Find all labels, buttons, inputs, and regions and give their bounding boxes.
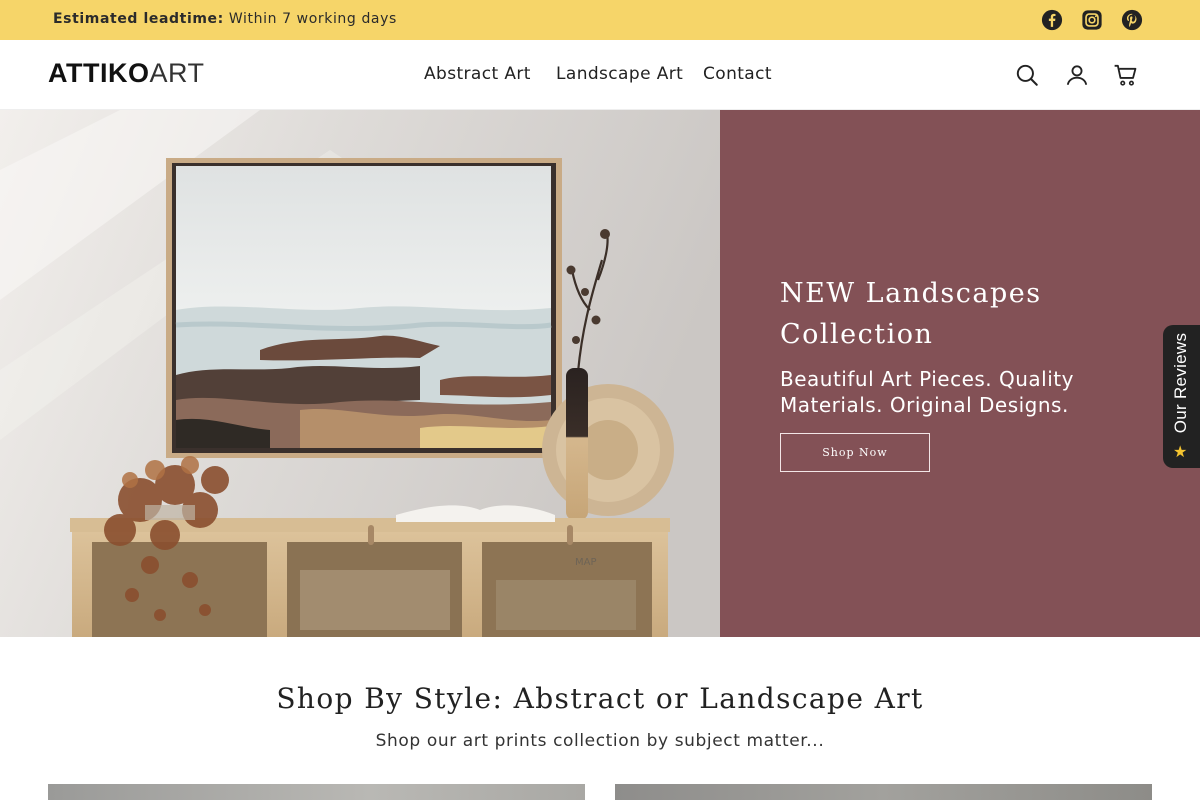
site-logo[interactable]: ATTIKOART [48,58,205,89]
leadtime-label: Estimated leadtime: [53,11,224,27]
nav-abstract-art[interactable]: Abstract Art [424,64,531,84]
announcement-text: Estimated leadtime: Within 7 working day… [53,11,397,27]
instagram-icon[interactable] [1081,9,1103,31]
facebook-icon[interactable] [1041,9,1063,31]
nav-contact[interactable]: Contact [703,64,772,84]
nav-landscape-art[interactable]: Landscape Art [556,64,683,84]
hero-panel: NEW Landscapes Collection Beautiful Art … [720,110,1200,637]
reviews-label: Our Reviews [1171,332,1190,434]
leadtime-value: Within 7 working days [228,11,397,27]
logo-primary: ATTIKO [48,58,150,88]
hero-image-map-text: MAP [575,557,597,568]
announcement-bar: Estimated leadtime: Within 7 working day… [0,0,1200,40]
pinterest-icon[interactable] [1121,9,1143,31]
star-icon: ★ [1173,442,1188,461]
cart-icon[interactable] [1113,62,1139,88]
our-reviews-tab[interactable]: Our Reviews ★ [1163,325,1200,468]
account-icon[interactable] [1064,62,1090,88]
search-icon[interactable] [1014,62,1040,88]
shop-now-button[interactable]: Shop Now [780,433,930,472]
landscape-art-card[interactable] [615,784,1152,800]
hero-title: NEW Landscapes Collection [780,278,1042,350]
abstract-art-card[interactable] [48,784,585,800]
hero-image: MAP [0,110,720,637]
section-subtitle: Shop our art prints collection by subjec… [375,731,825,751]
hero-subtitle: Beautiful Art Pieces. Quality Materials.… [780,367,1074,417]
section-title: Shop By Style: Abstract or Landscape Art [276,682,924,715]
site-header: ATTIKOART Abstract Art Landscape Art Con… [0,40,1200,110]
logo-secondary: ART [149,58,205,88]
hero-banner: MAP NEW Landscapes Collection Beautiful … [0,110,1200,637]
